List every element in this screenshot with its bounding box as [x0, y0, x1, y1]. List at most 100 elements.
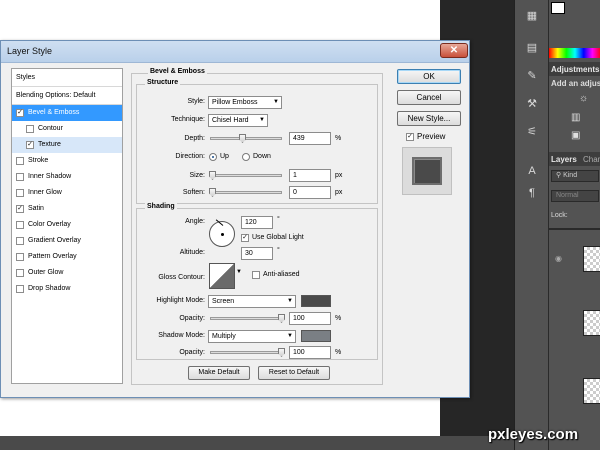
styles-header[interactable]: Styles [12, 69, 122, 87]
layer-thumbnail[interactable] [583, 310, 600, 336]
style-item-checkbox[interactable] [16, 285, 24, 293]
paragraph-icon[interactable]: ¶ [523, 187, 541, 199]
history-icon[interactable]: ▦ [523, 10, 541, 22]
cancel-button[interactable]: Cancel [397, 90, 461, 105]
style-item-label: Drop Shadow [28, 285, 71, 292]
angle-field[interactable]: 120 [241, 216, 273, 229]
structure-title: Structure [145, 79, 181, 86]
actions-icon[interactable]: ▤ [523, 42, 541, 54]
layer-thumbnail[interactable] [583, 246, 600, 272]
style-select[interactable]: Pillow Emboss ▼ [208, 96, 282, 109]
style-item-checkbox[interactable] [16, 253, 24, 261]
style-item-stroke[interactable]: Stroke [12, 153, 122, 169]
soften-slider-thumb[interactable] [209, 188, 216, 197]
channel-mixer-icon[interactable]: ▣ [571, 130, 580, 141]
style-item-checkbox[interactable] [16, 173, 24, 181]
style-item-label: Stroke [28, 157, 49, 164]
ok-button[interactable]: OK [397, 69, 461, 84]
altitude-field[interactable]: 30 [241, 247, 273, 260]
direction-up-radio[interactable] [209, 153, 217, 161]
adjustments-panel-title[interactable]: Adjustments [551, 65, 599, 74]
style-item-color-overlay[interactable]: Color Overlay [12, 217, 122, 233]
style-item-satin[interactable]: Satin [12, 201, 122, 217]
style-item-inner-glow[interactable]: Inner Glow [12, 185, 122, 201]
style-item-pattern-overlay[interactable]: Pattern Overlay [12, 249, 122, 265]
altitude-unit: ° [277, 247, 280, 254]
shadow-opacity-slider[interactable] [210, 351, 282, 354]
structure-group: Structure Style: Pillow Emboss ▼ Techniqu… [136, 79, 378, 204]
shadow-opacity-thumb[interactable] [278, 348, 285, 357]
direction-label: Direction: [175, 153, 205, 160]
brush-icon[interactable]: ⚒ [523, 98, 541, 110]
style-item-bevel-emboss[interactable]: Bevel & Emboss [12, 105, 122, 121]
style-item-contour[interactable]: Contour [12, 121, 122, 137]
layer-thumbnail[interactable] [583, 378, 600, 404]
style-item-drop-shadow[interactable]: Drop Shadow [12, 281, 122, 297]
character-icon[interactable]: A [523, 165, 541, 177]
blend-mode-select[interactable]: Normal [551, 190, 599, 202]
gloss-contour-preview[interactable] [209, 263, 235, 289]
style-preview-swatch [412, 157, 442, 185]
shadow-mode-select[interactable]: Multiply ▼ [208, 330, 296, 343]
style-item-label: Inner Shadow [28, 173, 72, 180]
shadow-color-swatch[interactable] [301, 330, 331, 342]
style-item-checkbox[interactable] [16, 237, 24, 245]
color-spectrum[interactable] [549, 48, 600, 58]
tab-layers[interactable]: Layers [551, 155, 577, 164]
shadow-opacity-field[interactable]: 100 [289, 346, 331, 359]
chevron-down-icon: ▼ [273, 99, 279, 105]
style-item-inner-shadow[interactable]: Inner Shadow [12, 169, 122, 185]
highlight-opacity-thumb[interactable] [278, 314, 285, 323]
direction-down-radio[interactable] [242, 153, 250, 161]
style-item-outer-glow[interactable]: Outer Glow [12, 265, 122, 281]
use-global-light-checkbox[interactable] [241, 234, 249, 242]
preview-checkbox[interactable] [406, 133, 414, 141]
chevron-down-icon[interactable]: ▼ [236, 269, 242, 275]
close-button[interactable]: ✕ [440, 43, 468, 58]
style-item-checkbox[interactable] [16, 189, 24, 197]
reset-to-default-button[interactable]: Reset to Default [258, 366, 330, 380]
levels-icon[interactable]: ▥ [571, 112, 580, 123]
style-item-checkbox[interactable] [16, 157, 24, 165]
highlight-opacity-field[interactable]: 100 [289, 312, 331, 325]
chevron-down-icon: ▼ [287, 333, 293, 339]
highlight-color-swatch[interactable] [301, 295, 331, 307]
style-item-checkbox[interactable] [26, 125, 34, 133]
clone-source-icon[interactable]: ⚟ [523, 126, 541, 138]
depth-slider[interactable] [210, 137, 282, 140]
size-slider-thumb[interactable] [209, 171, 216, 180]
visibility-eye-icon[interactable]: ◉ [555, 254, 562, 263]
new-style-button[interactable]: New Style... [397, 111, 461, 126]
soften-field[interactable]: 0 [289, 186, 331, 199]
dialog-titlebar[interactable]: Layer Style ✕ [1, 41, 469, 63]
angle-dial[interactable] [209, 219, 235, 247]
highlight-mode-select[interactable]: Screen ▼ [208, 295, 296, 308]
shading-title: Shading [145, 203, 177, 210]
tab-channels[interactable]: Chan [583, 155, 600, 164]
blending-options-item[interactable]: Blending Options: Default [12, 87, 122, 105]
style-preview-box [402, 147, 452, 195]
style-item-label: Contour [38, 125, 63, 132]
style-item-checkbox[interactable] [16, 269, 24, 277]
anti-aliased-checkbox[interactable] [252, 271, 260, 279]
highlight-opacity-slider[interactable] [210, 317, 282, 320]
tool-presets-icon[interactable]: ✎ [523, 70, 541, 82]
style-item-checkbox[interactable] [16, 221, 24, 229]
style-item-checkbox[interactable] [16, 109, 24, 117]
size-field[interactable]: 1 [289, 169, 331, 182]
use-global-light-label: Use Global Light [252, 234, 304, 241]
layer-filter-select[interactable]: ⚲ Kind [551, 170, 599, 182]
brightness-icon[interactable]: ☼ [579, 93, 588, 104]
style-item-label: Gradient Overlay [28, 237, 81, 244]
make-default-button[interactable]: Make Default [188, 366, 250, 380]
foreground-swatch-icon[interactable] [551, 2, 565, 14]
depth-slider-thumb[interactable] [239, 134, 246, 143]
size-slider[interactable] [210, 174, 282, 177]
style-item-gradient-overlay[interactable]: Gradient Overlay [12, 233, 122, 249]
technique-select[interactable]: Chisel Hard ▼ [208, 114, 268, 127]
depth-field[interactable]: 439 [289, 132, 331, 145]
style-item-checkbox[interactable] [26, 141, 34, 149]
style-item-texture[interactable]: Texture [12, 137, 122, 153]
soften-slider[interactable] [210, 191, 282, 194]
style-item-checkbox[interactable] [16, 205, 24, 213]
